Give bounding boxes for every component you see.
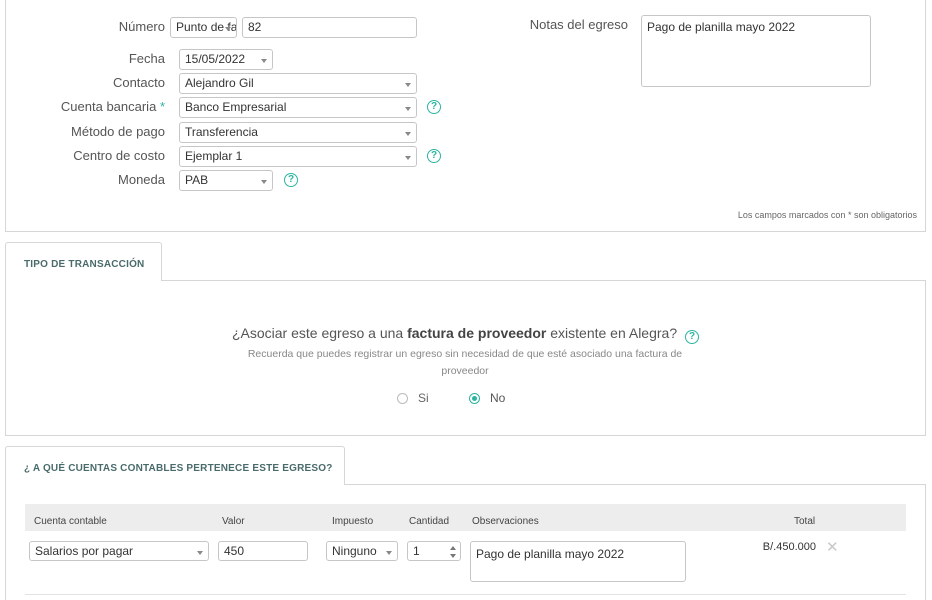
radio-si[interactable] <box>397 393 408 404</box>
header-total: Total <box>794 516 816 527</box>
row-divider <box>25 594 906 595</box>
associate-hint: Recuerda que puedes registrar un egreso … <box>247 348 683 377</box>
notas-label: Notas del egreso <box>529 17 628 32</box>
accounts-table-header <box>25 504 906 531</box>
tab-tipo-transaccion[interactable]: TIPO DE TRANSACCIÓN <box>5 242 162 281</box>
numero-label: Número <box>118 19 165 34</box>
row-valor-input[interactable]: 450 <box>218 541 308 561</box>
numero-prefix-select[interactable]: Punto de fa <box>170 17 237 38</box>
row-remove-icon[interactable]: ✕ <box>826 538 839 556</box>
radio-no-label: No <box>490 391 506 405</box>
centro-costo-help-icon[interactable]: ? <box>427 149 441 163</box>
tab-cuentas-contables[interactable]: ¿ A QUÉ CUENTAS CONTABLES PERTENECE ESTE… <box>5 446 345 485</box>
row-observaciones-textarea[interactable]: Pago de planilla mayo 2022 <box>470 541 686 582</box>
metodo-pago-label: Método de pago <box>71 124 165 139</box>
metodo-pago-select[interactable]: Transferencia <box>179 122 417 143</box>
question-text-bold: factura de proveedor <box>407 325 547 341</box>
notas-textarea[interactable]: Pago de planilla mayo 2022 <box>641 15 871 87</box>
cuenta-bancaria-label: Cuenta bancaria * <box>5 99 165 114</box>
row-total: B/.450.000 <box>762 541 816 553</box>
moneda-label: Moneda <box>118 172 165 187</box>
cuenta-bancaria-help-icon[interactable]: ? <box>427 100 441 114</box>
moneda-help-icon[interactable]: ? <box>284 173 298 187</box>
stepper-up-icon[interactable] <box>450 546 456 550</box>
question-text-pre: ¿Asociar este egreso a una <box>231 325 408 341</box>
moneda-select[interactable]: PAB <box>179 170 273 191</box>
radio-no[interactable] <box>469 393 480 404</box>
fecha-input[interactable]: 15/05/2022 <box>179 49 273 70</box>
row-impuesto-select[interactable]: Ninguno <box>326 541 398 561</box>
header-observaciones: Observaciones <box>472 516 539 527</box>
centro-costo-label: Centro de costo <box>73 148 165 163</box>
header-cantidad: Cantidad <box>409 516 450 527</box>
row-cuenta-select[interactable]: Salarios por pagar <box>29 541 209 561</box>
cuenta-bancaria-label-text: Cuenta bancaria <box>60 99 157 114</box>
cuenta-bancaria-select[interactable]: Banco Empresarial <box>179 97 417 118</box>
header-valor: Valor <box>222 516 245 527</box>
radio-si-label: Si <box>418 391 429 405</box>
required-fields-note: Los campos marcados con * son obligatori… <box>737 210 917 220</box>
numero-input[interactable]: 82 <box>242 17 417 38</box>
question-text-post: existente en Alegra? <box>546 325 678 341</box>
header-cuenta-contable: Cuenta contable <box>34 516 107 527</box>
header-impuesto: Impuesto <box>332 516 374 527</box>
contacto-label: Contacto <box>112 75 165 90</box>
fecha-label: Fecha <box>128 51 165 66</box>
associate-help-icon[interactable]: ? <box>685 330 700 344</box>
contacto-select[interactable]: Alejandro Gil <box>179 73 417 94</box>
required-asterisk: * <box>159 99 165 114</box>
row-cantidad-input[interactable]: 1 <box>407 541 461 561</box>
row-cantidad-value: 1 <box>413 544 420 558</box>
centro-costo-select[interactable]: Ejemplar 1 <box>179 146 417 167</box>
associate-question: ¿Asociar este egreso a una factura de pr… <box>5 325 926 344</box>
stepper-down-icon[interactable] <box>450 554 456 558</box>
